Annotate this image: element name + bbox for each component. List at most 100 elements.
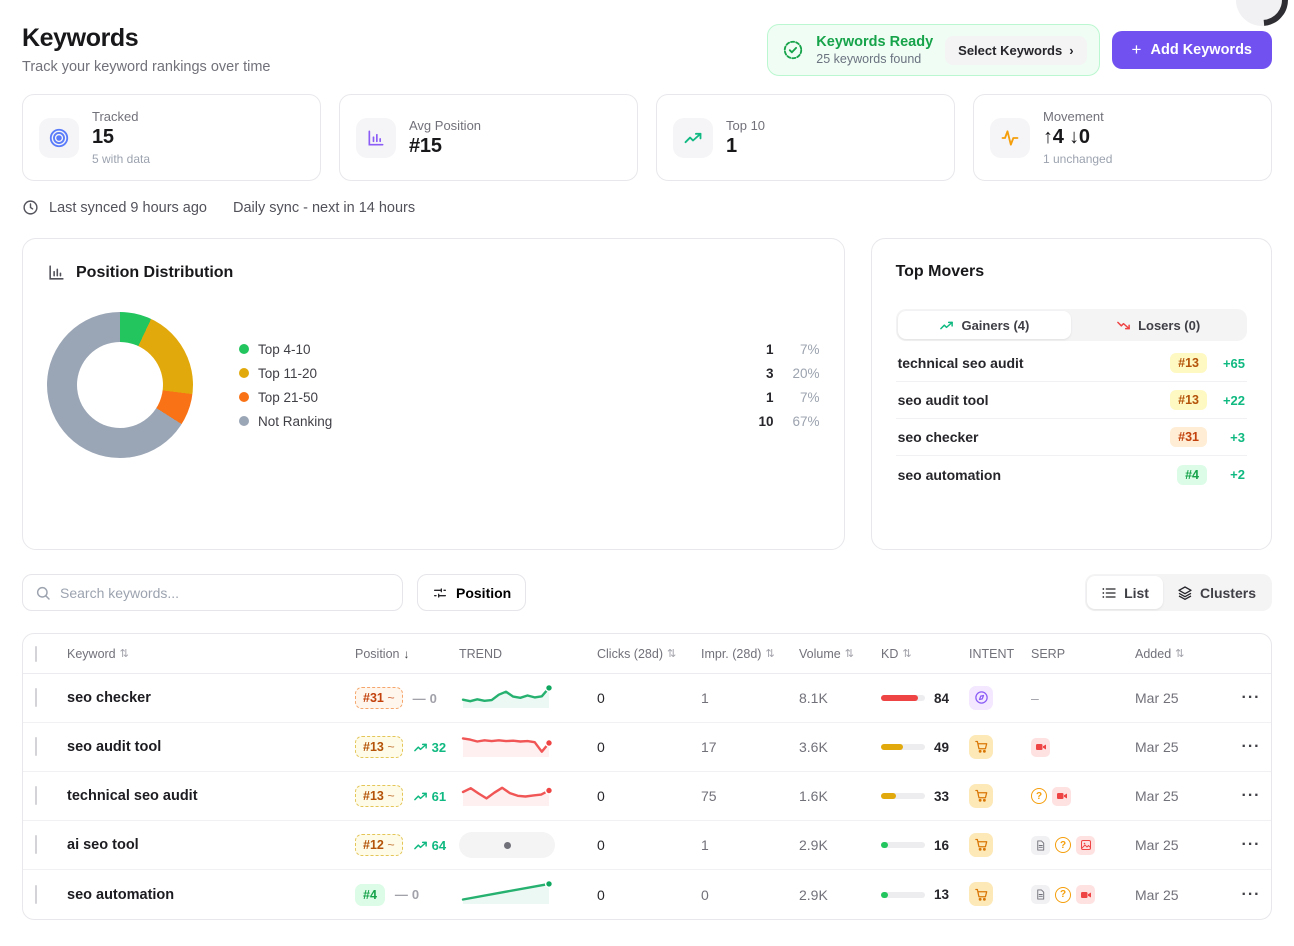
added-cell: Mar 25: [1135, 887, 1231, 903]
tab-gainers[interactable]: Gainers (4): [898, 311, 1072, 339]
position-cell: #13 ~32: [355, 736, 459, 758]
sort-icon[interactable]: ⇅: [765, 647, 774, 660]
sort-desc-icon[interactable]: ↓: [403, 647, 409, 661]
sort-icon[interactable]: ⇅: [667, 647, 676, 660]
serp-cell: [1031, 738, 1135, 757]
row-checkbox[interactable]: [35, 688, 37, 707]
row-menu-button[interactable]: ···: [1242, 689, 1261, 707]
view-clusters-button[interactable]: Clusters: [1163, 576, 1270, 609]
select-all-checkbox[interactable]: [35, 646, 37, 662]
question-serp-icon: ?: [1055, 837, 1071, 853]
kd-bar: [881, 892, 925, 898]
tab-losers[interactable]: Losers (0): [1071, 311, 1245, 339]
activity-icon: [990, 118, 1030, 158]
row-checkbox[interactable]: [35, 885, 37, 904]
mover-change: +65: [1207, 356, 1245, 371]
column-header-position[interactable]: Position↓: [355, 647, 459, 661]
kd-cell: 16: [881, 838, 969, 853]
layers-icon: [1177, 585, 1193, 601]
stat-value: #15: [409, 135, 481, 158]
row-checkbox-cell: [23, 689, 67, 707]
video-serp-icon: [1052, 787, 1071, 806]
row-menu-button[interactable]: ···: [1242, 886, 1261, 904]
stat-card-top10: Top 10 1: [656, 94, 955, 181]
sort-icon[interactable]: ⇅: [902, 647, 911, 660]
row-checkbox[interactable]: [35, 786, 37, 805]
sort-icon[interactable]: ⇅: [120, 647, 129, 660]
column-header-intent[interactable]: INTENT: [969, 647, 1031, 661]
add-keywords-label: Add Keywords: [1150, 42, 1252, 58]
table-row: technical seo audit#13 ~61 0751.6K33?Mar…: [23, 772, 1271, 821]
kd-cell: 49: [881, 740, 969, 755]
added-cell: Mar 25: [1135, 739, 1231, 755]
keyword-cell[interactable]: technical seo audit: [67, 788, 355, 804]
column-header-impr-28d-[interactable]: Impr. (28d)⇅: [701, 647, 799, 661]
kd-bar: [881, 793, 925, 799]
volume-cell: 1.6K: [799, 788, 881, 804]
added-cell: Mar 25: [1135, 690, 1231, 706]
keyword-cell[interactable]: ai seo tool: [67, 837, 355, 853]
mover-row[interactable]: technical seo audit#13+65: [896, 345, 1247, 382]
row-checkbox[interactable]: [35, 737, 37, 756]
sort-icon[interactable]: ⇅: [1175, 647, 1184, 660]
position-donut-chart: [47, 312, 193, 458]
mover-keyword: seo checker: [898, 429, 979, 445]
chevron-right-icon: ›: [1069, 43, 1073, 58]
position-filter-button[interactable]: Position: [417, 574, 526, 611]
trend-flat-indicator: [459, 832, 555, 858]
row-checkbox[interactable]: [35, 835, 37, 854]
question-serp-icon: ?: [1031, 788, 1047, 804]
top-movers-title: Top Movers: [896, 263, 1247, 281]
table-header-row: Keyword⇅Position↓TRENDClicks (28d)⇅Impr.…: [23, 634, 1271, 674]
position-change-up: 61: [413, 789, 446, 804]
column-header-clicks-28d-[interactable]: Clicks (28d)⇅: [597, 647, 701, 661]
view-list-button[interactable]: List: [1087, 576, 1163, 609]
kd-value: 16: [934, 838, 949, 853]
serp-cell: ?: [1031, 885, 1135, 904]
impressions-cell: 1: [701, 690, 799, 706]
video-serp-icon: [1031, 738, 1050, 757]
clicks-cell: 0: [597, 887, 701, 903]
table-row: seo automation#4—0 002.9K13?Mar 25···: [23, 870, 1271, 919]
intent-cell: [969, 735, 1031, 760]
row-menu-button[interactable]: ···: [1242, 836, 1261, 854]
keyword-cell[interactable]: seo checker: [67, 690, 355, 706]
column-header-added[interactable]: Added⇅: [1135, 647, 1231, 661]
keyword-cell[interactable]: seo automation: [67, 887, 355, 903]
column-header-serp[interactable]: SERP: [1031, 647, 1135, 661]
add-keywords-button[interactable]: + Add Keywords: [1112, 31, 1272, 69]
mover-row[interactable]: seo checker#31+3: [896, 419, 1247, 456]
added-cell: Mar 25: [1135, 788, 1231, 804]
stat-value: ↑4 ↓0: [1043, 126, 1112, 149]
mover-row[interactable]: seo automation#4+2: [896, 456, 1247, 493]
view-toggle: List Clusters: [1085, 574, 1272, 611]
mover-change: +22: [1207, 393, 1245, 408]
position-cell: #13 ~61: [355, 785, 459, 807]
column-header-kd[interactable]: KD⇅: [881, 647, 969, 661]
sync-status: Last synced 9 hours ago Daily sync - nex…: [22, 199, 1272, 216]
column-header-keyword[interactable]: Keyword⇅: [67, 647, 355, 661]
search-input[interactable]: [60, 585, 390, 601]
stat-label: Avg Position: [409, 118, 481, 133]
column-header-volume[interactable]: Volume⇅: [799, 647, 881, 661]
question-serp-icon: ?: [1055, 887, 1071, 903]
clicks-cell: 0: [597, 837, 701, 853]
row-menu-button[interactable]: ···: [1242, 787, 1261, 805]
distribution-legend: Top 4-1017%Top 11-20320%Top 21-5017%Not …: [217, 342, 820, 429]
search-box[interactable]: [22, 574, 403, 611]
mover-row[interactable]: seo audit tool#13+22: [896, 382, 1247, 419]
serp-cell: ?: [1031, 836, 1135, 855]
column-header-trend[interactable]: TREND: [459, 647, 597, 661]
select-keywords-button[interactable]: Select Keywords ›: [945, 36, 1086, 65]
keyword-cell[interactable]: seo audit tool: [67, 739, 355, 755]
trend-cell: [459, 780, 597, 813]
sort-icon[interactable]: ⇅: [845, 647, 854, 660]
stat-sub: 1 unchanged: [1043, 152, 1112, 166]
position-distribution-card: Position Distribution Top 4-1017%Top 11-…: [22, 238, 845, 550]
intent-cell: [969, 882, 1031, 907]
row-menu-button[interactable]: ···: [1242, 738, 1261, 756]
legend-row: Top 4-1017%: [239, 342, 820, 357]
mover-position-badge: #31: [1170, 427, 1207, 447]
serp-cell: ?: [1031, 787, 1135, 806]
stat-card-tracked: Tracked 15 5 with data: [22, 94, 321, 181]
